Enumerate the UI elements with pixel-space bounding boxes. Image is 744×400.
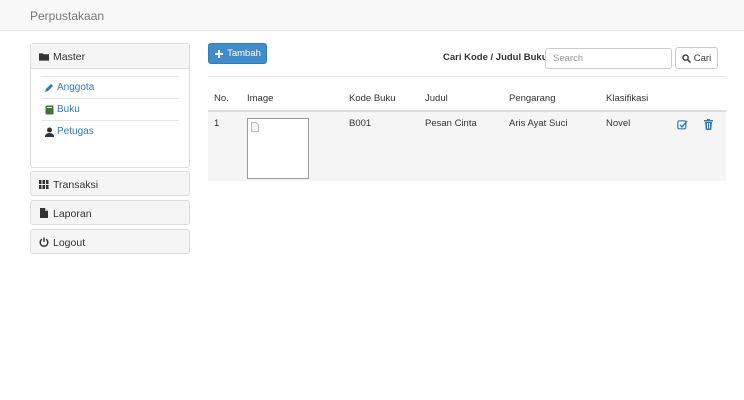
sidebar-item-logout[interactable]: Logout	[30, 229, 190, 254]
add-button[interactable]: Tambah	[208, 43, 267, 64]
add-button-label: Tambah	[227, 48, 261, 59]
master-menu: Anggota Buku Petugas	[31, 69, 189, 142]
cell-no: 1	[208, 111, 241, 181]
folder-icon	[39, 51, 49, 61]
search-button[interactable]: Cari	[675, 47, 718, 69]
search-button-label: Cari	[693, 52, 712, 64]
pencil-icon	[44, 83, 54, 93]
sidebar-item-label: Logout	[53, 237, 86, 249]
cell-image	[241, 111, 343, 181]
sidebar-item-label: Transaksi	[53, 179, 99, 191]
cell-pengarang: Aris Ayat Suci	[503, 111, 600, 181]
book-icon	[44, 105, 54, 115]
sidebar-item-anggota[interactable]: Anggota	[41, 76, 179, 98]
search-icon	[682, 53, 692, 63]
col-header-actions	[668, 87, 726, 112]
edit-button[interactable]	[674, 118, 690, 130]
cell-actions	[668, 111, 726, 181]
sidebar-item-label: Laporan	[53, 208, 92, 220]
sidebar-item-buku[interactable]: Buku	[41, 98, 179, 120]
master-heading[interactable]: Master	[31, 44, 189, 69]
col-header-judul: Judul	[419, 87, 503, 112]
sidebar-item-label: Anggota	[57, 82, 95, 93]
sidebar-item-transaksi[interactable]: Transaksi	[30, 171, 190, 196]
brand-title[interactable]: Perpustakaan	[30, 9, 104, 23]
sidebar-item-label: Buku	[57, 104, 80, 115]
books-table: No. Image Kode Buku Judul Pengarang Klas…	[208, 87, 726, 181]
user-icon	[44, 127, 54, 137]
col-header-no: No.	[208, 87, 241, 112]
trash-icon	[704, 118, 714, 130]
book-thumbnail	[247, 118, 309, 179]
cell-kode: B001	[343, 111, 419, 181]
col-header-kode: Kode Buku	[343, 87, 419, 112]
col-header-image: Image	[241, 87, 343, 112]
divider	[208, 76, 726, 77]
sidebar-item-label: Petugas	[57, 126, 94, 137]
table-header-row: No. Image Kode Buku Judul Pengarang Klas…	[208, 87, 726, 112]
cell-klasifikasi: Novel	[600, 111, 668, 181]
edit-icon	[676, 119, 688, 129]
master-label: Master	[53, 51, 86, 63]
col-header-klasifikasi: Klasifikasi	[600, 87, 668, 112]
col-header-pengarang: Pengarang	[503, 87, 600, 112]
table-row: 1 B001 Pesan Cinta Aris Ayat Suci Novel	[208, 111, 726, 181]
sidebar-item-laporan[interactable]: Laporan	[30, 200, 190, 225]
plus-icon	[214, 49, 224, 59]
search-label: Cari Kode / Judul Buku	[443, 52, 548, 63]
power-icon	[39, 237, 49, 247]
delete-button[interactable]	[701, 118, 717, 130]
file-icon	[39, 208, 49, 218]
broken-image-icon	[251, 122, 259, 135]
sidebar-item-petugas[interactable]: Petugas	[41, 120, 179, 142]
search-input[interactable]	[545, 48, 672, 69]
cell-judul: Pesan Cinta	[419, 111, 503, 181]
top-navbar: Perpustakaan	[0, 0, 744, 31]
master-panel: Master Anggota Buku Petugas	[30, 43, 190, 168]
grid-icon	[39, 179, 49, 189]
